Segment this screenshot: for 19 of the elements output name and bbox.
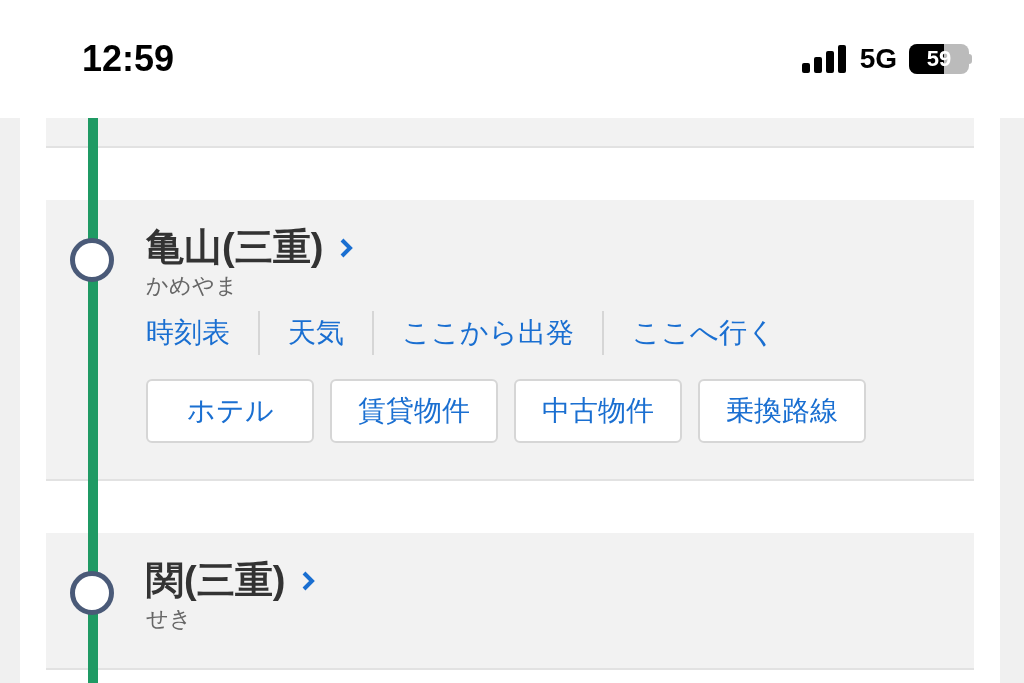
category-button[interactable]: 中古物件: [514, 379, 682, 443]
station-name[interactable]: 亀山(三重): [146, 224, 324, 272]
chevron-right-icon[interactable]: [339, 236, 354, 259]
station-node-icon: [70, 571, 114, 615]
station-reading: せき: [146, 604, 193, 632]
station-reading: かめやま: [146, 271, 239, 299]
status-time: 12:59: [82, 37, 175, 81]
station-link[interactable]: 天気: [288, 312, 344, 354]
network-label: 5G: [859, 42, 897, 76]
signal-icon: [801, 45, 848, 73]
station-node-icon: [70, 238, 114, 282]
station-link[interactable]: ここへ行く: [632, 312, 776, 354]
category-button[interactable]: 乗換路線: [698, 379, 866, 443]
station-name[interactable]: 関(三重): [146, 557, 286, 605]
station-link[interactable]: ここから出発: [402, 312, 574, 354]
category-button[interactable]: ホテル: [146, 379, 314, 443]
category-button[interactable]: 賃貸物件: [330, 379, 498, 443]
chevron-right-icon[interactable]: [301, 569, 316, 592]
station-link[interactable]: 時刻表: [146, 312, 230, 354]
